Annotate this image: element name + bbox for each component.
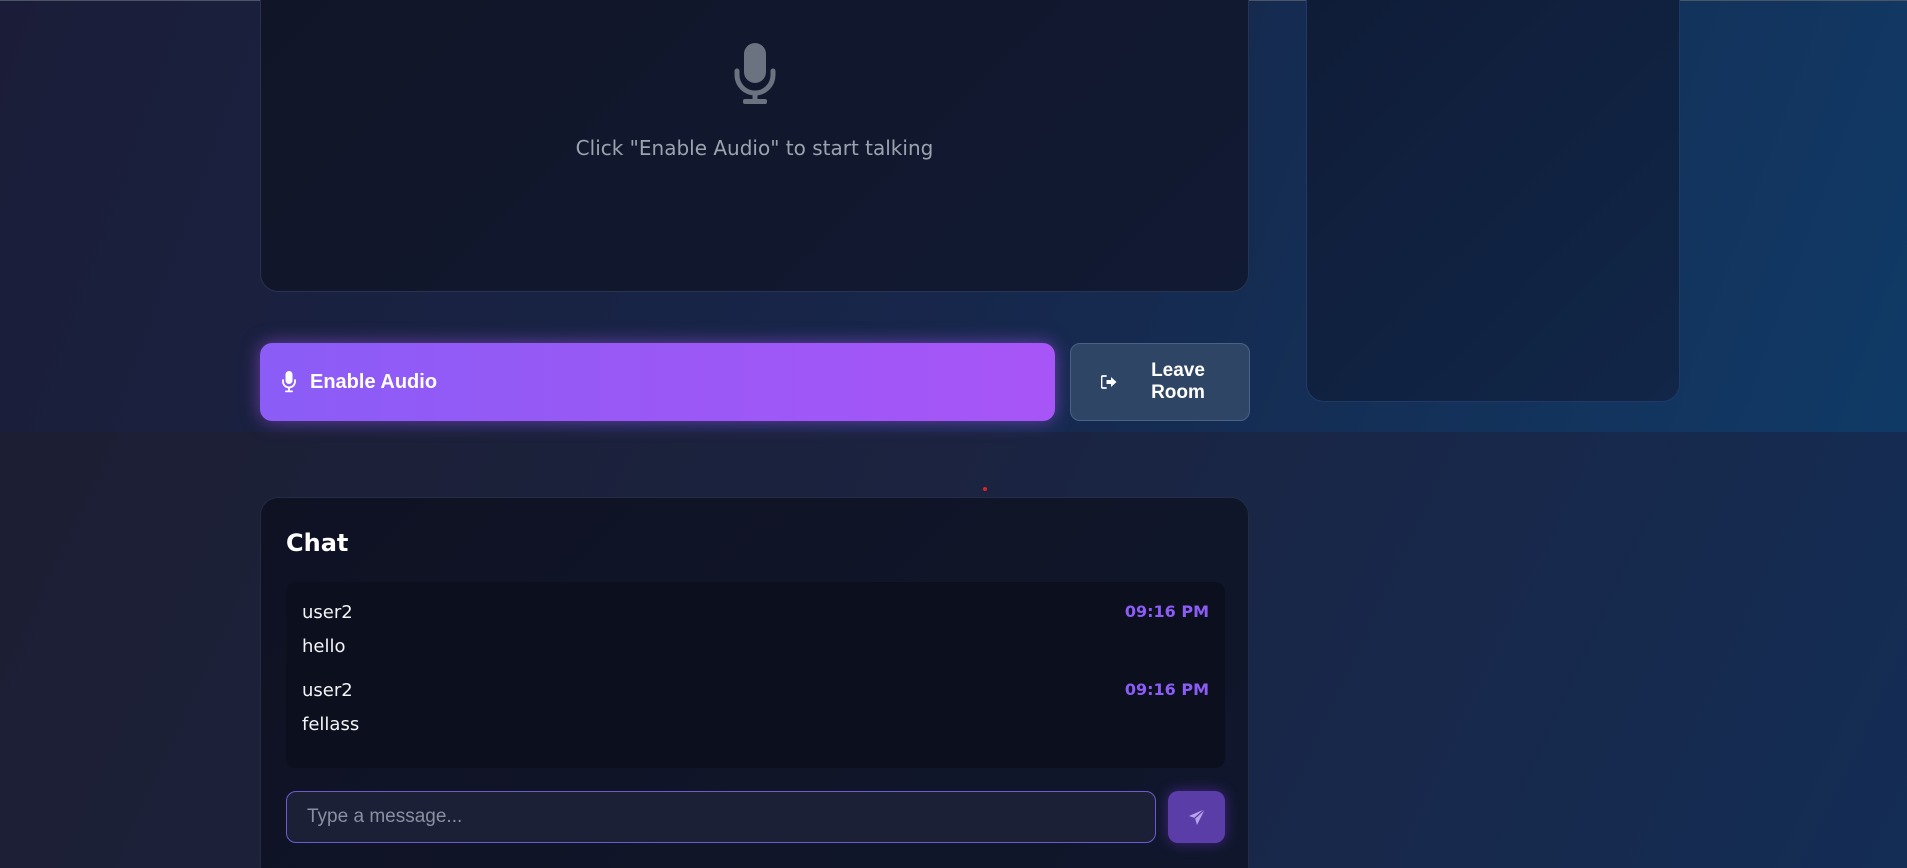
message-text: hello (302, 636, 346, 657)
enable-audio-button[interactable]: Enable Audio (260, 343, 1055, 421)
message-author: user2 (302, 602, 353, 623)
microphone-icon (282, 371, 296, 393)
message-list: user2 09:16 PM hello user2 09:16 PM fell… (286, 582, 1225, 768)
leave-room-label: Leave Room (1151, 360, 1205, 403)
chat-panel: Chat user2 09:16 PM hello user2 09:16 PM… (260, 497, 1249, 868)
leave-room-button[interactable]: Leave Room (1070, 343, 1250, 421)
message-input[interactable] (286, 791, 1156, 843)
chat-message: user2 09:16 PM fellass (302, 680, 1209, 752)
message-timestamp: 09:16 PM (1124, 680, 1209, 699)
message-text: fellass (302, 714, 360, 735)
message-timestamp: 09:16 PM (1124, 602, 1209, 621)
sign-out-icon (1101, 375, 1117, 389)
paper-plane-icon (1188, 808, 1205, 825)
audio-hint-text: Click "Enable Audio" to start talking (575, 136, 934, 160)
enable-audio-label: Enable Audio (310, 370, 438, 393)
participants-panel (1306, 0, 1680, 402)
microphone-icon (734, 43, 776, 104)
message-author: user2 (302, 680, 353, 701)
send-button[interactable] (1168, 791, 1225, 843)
chat-message: user2 09:16 PM hello (302, 602, 1209, 674)
chat-title: Chat (286, 529, 349, 557)
indicator-dot (983, 487, 987, 491)
